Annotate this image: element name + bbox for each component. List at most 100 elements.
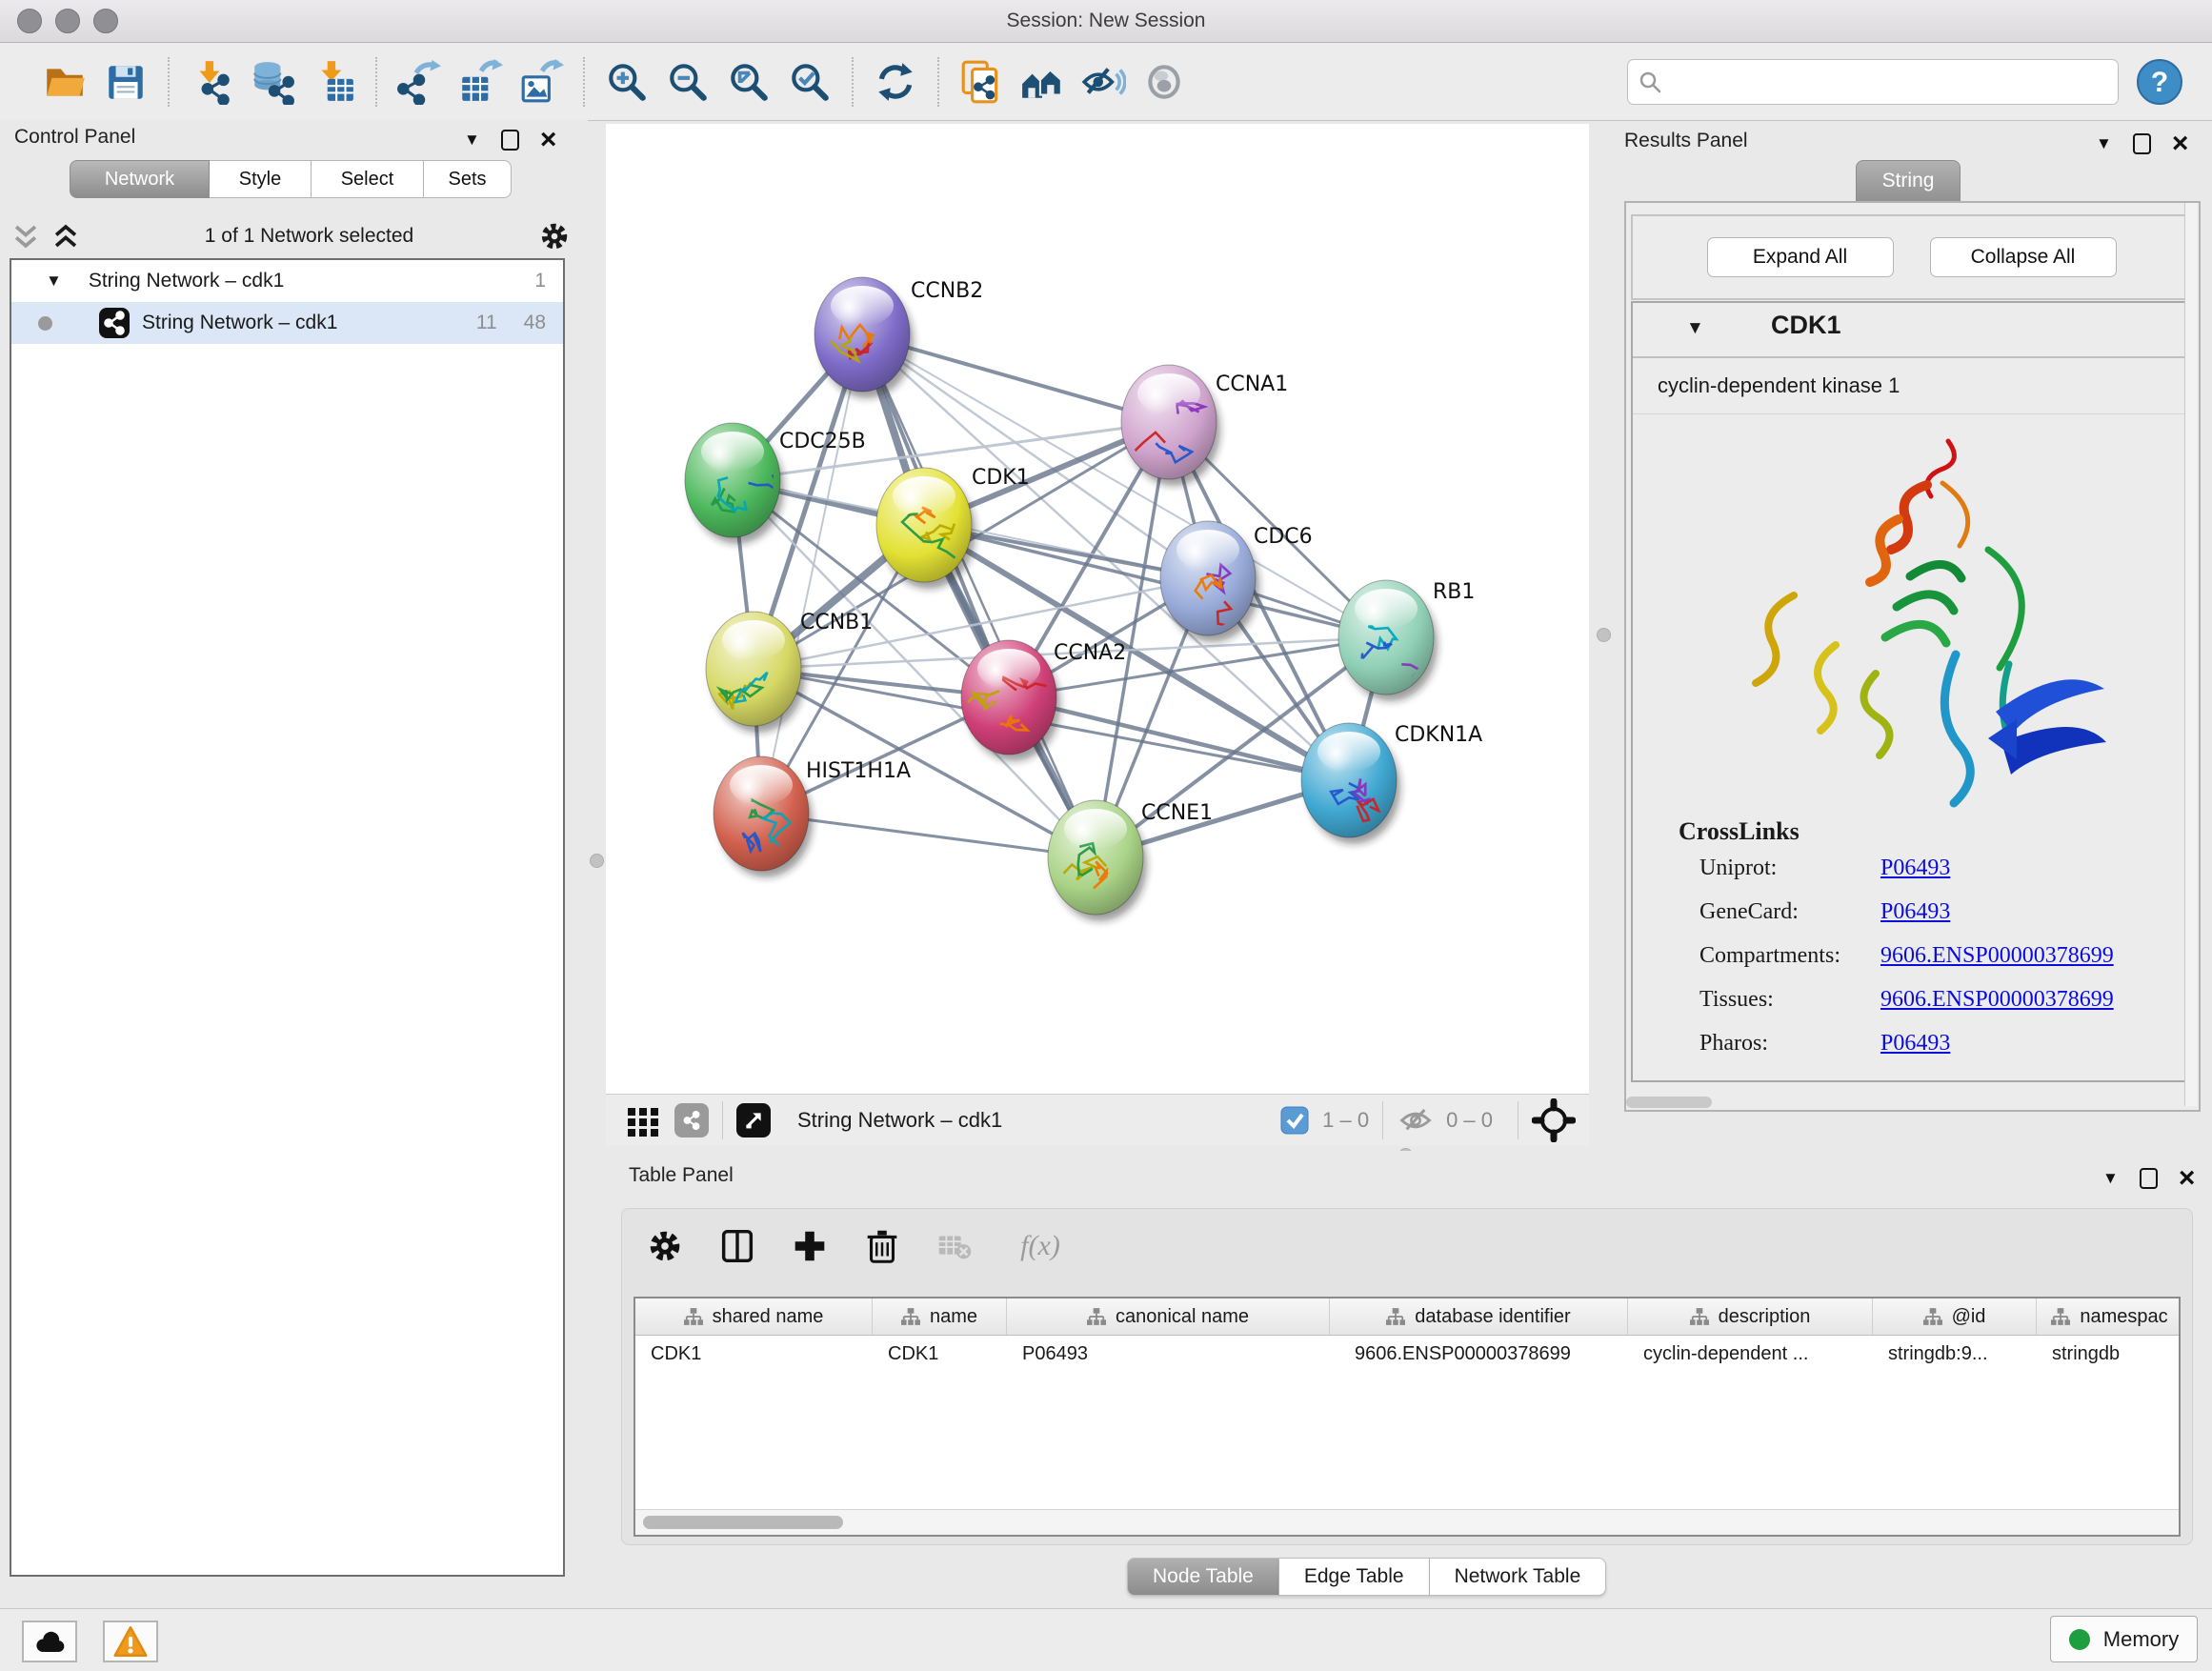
network-canvas[interactable]: CCNB2CCNA1CDC25BCDK1CDC6RB1CCNB1CCNA2CDK… bbox=[606, 124, 1589, 1094]
network-row[interactable]: String Network – cdk1 11 48 bbox=[11, 302, 563, 344]
crosslink-link[interactable]: P06493 bbox=[1880, 856, 1950, 881]
column-header[interactable]: @id bbox=[1873, 1299, 2037, 1335]
delete-column-button[interactable] bbox=[858, 1222, 906, 1270]
control-panel: Control Panel ▼ × Network Style Select S… bbox=[0, 120, 588, 1608]
results-actions: Expand All Collapse All bbox=[1631, 214, 2192, 300]
function-builder-button[interactable]: f(x) bbox=[1003, 1222, 1077, 1270]
import-network-from-file-button[interactable] bbox=[186, 55, 237, 109]
detach-view-icon[interactable] bbox=[736, 1103, 771, 1137]
tab-edge-table[interactable]: Edge Table bbox=[1279, 1558, 1430, 1596]
toolbar-separator bbox=[375, 57, 377, 107]
show-column-button[interactable] bbox=[714, 1222, 761, 1270]
tab-select[interactable]: Select bbox=[312, 160, 424, 198]
crosslink-link[interactable]: 9606.ENSP00000378699 bbox=[1880, 987, 2114, 1013]
refresh-view-button[interactable] bbox=[870, 55, 921, 109]
copy-style-button[interactable] bbox=[955, 55, 1007, 109]
column-header-label: description bbox=[1719, 1306, 1811, 1328]
import-table-from-file-button[interactable] bbox=[308, 55, 359, 109]
status-bar: Memory bbox=[0, 1608, 2212, 1671]
hide-selected-button[interactable] bbox=[1077, 55, 1129, 109]
tab-node-table[interactable]: Node Table bbox=[1127, 1558, 1279, 1596]
table-row[interactable]: CDK1CDK1P064939606.ENSP00000378699cyclin… bbox=[635, 1336, 2179, 1372]
import-database-icon bbox=[250, 59, 295, 105]
show-eye-button[interactable] bbox=[1138, 55, 1190, 109]
panel-menu-icon[interactable]: ▼ bbox=[2102, 1169, 2119, 1188]
open-session-button[interactable] bbox=[39, 55, 90, 109]
tab-network-table[interactable]: Network Table bbox=[1430, 1558, 1607, 1596]
export-table-button[interactable] bbox=[454, 55, 506, 109]
network-collection-row[interactable]: ▼ String Network – cdk1 1 bbox=[11, 260, 563, 302]
zoom-selected-button[interactable] bbox=[784, 55, 835, 109]
network-view[interactable]: CCNB2CCNA1CDC25BCDK1CDC6RB1CCNB1CCNA2CDK… bbox=[606, 124, 1589, 1094]
results-horizontal-scroll-thumb[interactable] bbox=[1626, 1097, 1712, 1108]
attribute-icon bbox=[1386, 1308, 1405, 1325]
zoom-out-button[interactable] bbox=[662, 55, 714, 109]
help-icon: ? bbox=[2136, 58, 2183, 106]
table-settings-button[interactable] bbox=[641, 1222, 689, 1270]
expand-all-networks-icon[interactable] bbox=[50, 220, 82, 252]
zoom-fit-button[interactable] bbox=[723, 55, 774, 109]
network-share-view-icon[interactable] bbox=[674, 1103, 709, 1137]
gene-section-header[interactable]: ▼ CDK1 bbox=[1633, 303, 2190, 358]
network-edge[interactable] bbox=[761, 334, 862, 814]
collapse-all-button[interactable]: Collapse All bbox=[1930, 237, 2117, 277]
table-cell: CDK1 bbox=[635, 1343, 873, 1365]
export-network-button[interactable] bbox=[393, 55, 445, 109]
birdseye-crosshair-icon[interactable] bbox=[1532, 1098, 1576, 1142]
delete-table-button[interactable] bbox=[931, 1222, 978, 1270]
tab-sets[interactable]: Sets bbox=[424, 160, 512, 198]
hidden-node-edge-count: 0 – 0 bbox=[1446, 1108, 1493, 1133]
collapse-all-networks-icon[interactable] bbox=[10, 220, 42, 252]
panel-menu-icon[interactable]: ▼ bbox=[2096, 134, 2112, 153]
results-vertical-scrollbar[interactable] bbox=[2184, 203, 2197, 1106]
memory-button[interactable]: Memory bbox=[2050, 1616, 2198, 1662]
panel-close-icon[interactable]: × bbox=[2179, 1170, 2196, 1187]
attribute-icon bbox=[684, 1308, 703, 1325]
column-header[interactable]: shared name bbox=[635, 1299, 873, 1335]
table-horizontal-scrollbar[interactable] bbox=[635, 1509, 2179, 1535]
panel-float-icon[interactable] bbox=[501, 130, 519, 151]
tab-network[interactable]: Network bbox=[70, 160, 210, 198]
help-button[interactable]: ? bbox=[2136, 58, 2183, 106]
search-input[interactable] bbox=[1662, 62, 2108, 102]
panel-float-icon[interactable] bbox=[2133, 133, 2151, 154]
selected-checkbox-icon[interactable] bbox=[1280, 1106, 1309, 1135]
columns-icon bbox=[716, 1225, 758, 1267]
left-splitter-handle[interactable] bbox=[590, 854, 604, 868]
export-image-button[interactable] bbox=[515, 55, 567, 109]
panel-close-icon[interactable]: × bbox=[2172, 135, 2189, 152]
grid-view-icon[interactable] bbox=[625, 1102, 661, 1138]
panel-close-icon[interactable]: × bbox=[540, 131, 557, 149]
results-panel: Results Panel ▼ × String Expand All Coll… bbox=[1617, 124, 2212, 1145]
import-network-from-database-button[interactable] bbox=[247, 55, 298, 109]
save-session-button[interactable] bbox=[100, 55, 151, 109]
home-layout-button[interactable] bbox=[1016, 55, 1068, 109]
cloud-status-button[interactable] bbox=[22, 1621, 77, 1662]
column-header[interactable]: canonical name bbox=[1007, 1299, 1330, 1335]
column-header-label: canonical name bbox=[1116, 1306, 1249, 1328]
tree-expander-icon[interactable]: ▼ bbox=[46, 272, 62, 291]
section-expander-icon[interactable]: ▼ bbox=[1686, 318, 1704, 339]
panel-menu-icon[interactable]: ▼ bbox=[464, 131, 480, 150]
column-header[interactable]: name bbox=[873, 1299, 1007, 1335]
node-label: CDC25B bbox=[779, 430, 866, 453]
scrollbar-thumb[interactable] bbox=[643, 1516, 843, 1529]
column-header[interactable]: description bbox=[1628, 1299, 1873, 1335]
column-header[interactable]: database identifier bbox=[1330, 1299, 1628, 1335]
zoom-in-button[interactable] bbox=[601, 55, 653, 109]
eye-slash-icon bbox=[1080, 59, 1126, 105]
vertical-splitter-handle[interactable] bbox=[1597, 628, 1611, 642]
crosslink-link[interactable]: P06493 bbox=[1880, 1031, 1950, 1057]
tab-string[interactable]: String bbox=[1856, 160, 1961, 204]
export-network-icon bbox=[396, 59, 442, 105]
crosslink-link[interactable]: 9606.ENSP00000378699 bbox=[1880, 943, 2114, 969]
tab-style[interactable]: Style bbox=[210, 160, 312, 198]
column-header-label: namespac bbox=[2080, 1306, 2167, 1328]
column-header[interactable]: namespac bbox=[2037, 1299, 2181, 1335]
warnings-button[interactable] bbox=[103, 1621, 158, 1662]
gear-icon[interactable] bbox=[536, 218, 573, 254]
crosslink-link[interactable]: P06493 bbox=[1880, 899, 1950, 925]
create-column-button[interactable] bbox=[786, 1222, 834, 1270]
expand-all-button[interactable]: Expand All bbox=[1707, 237, 1894, 277]
panel-float-icon[interactable] bbox=[2140, 1168, 2158, 1189]
